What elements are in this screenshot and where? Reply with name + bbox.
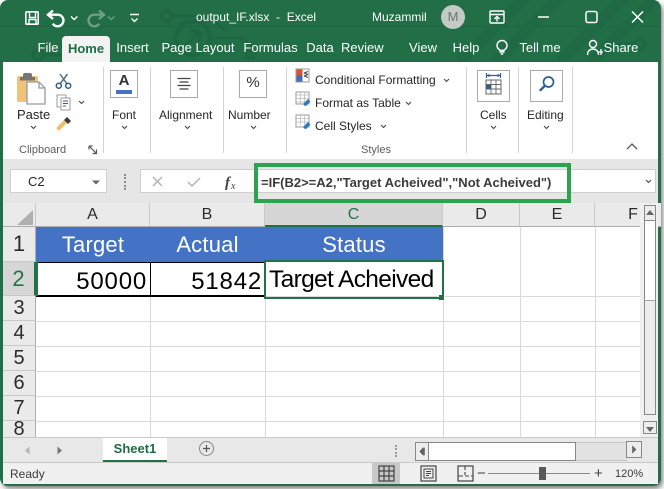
svg-text:x: x	[230, 181, 236, 192]
